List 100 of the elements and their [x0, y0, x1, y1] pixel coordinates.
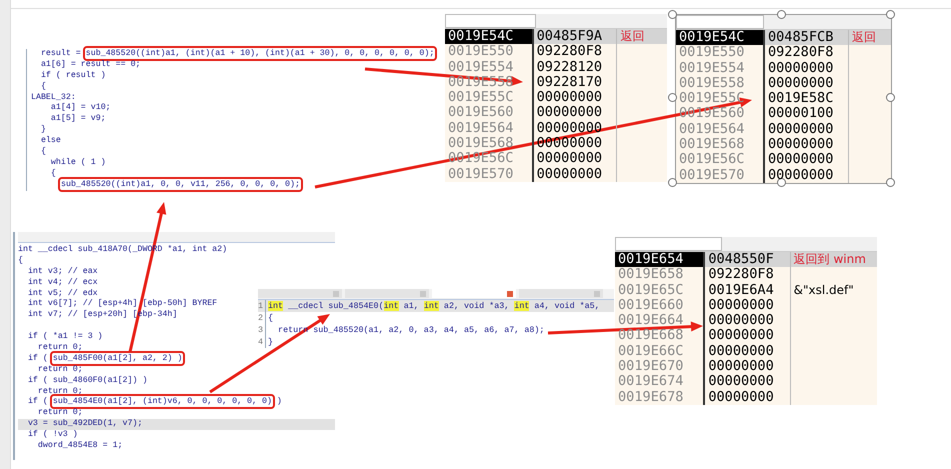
address-cell: 0019E54C	[676, 30, 765, 46]
address-cell: 0019E678	[615, 390, 706, 405]
address-cell: 0019E570	[445, 166, 534, 182]
line-number: 4	[258, 336, 266, 348]
value-cell: 00000000	[705, 298, 791, 314]
code-line: {	[50, 168, 56, 178]
address-cell: 0019E654	[615, 252, 706, 268]
line-number: 2	[258, 312, 266, 324]
code-line: v3 = sub_492DED(1, v7);	[26, 419, 142, 428]
code-line: LABEL_32:	[31, 92, 76, 102]
code-line: if ( result )	[40, 70, 106, 80]
address-cell: 0019E558	[676, 76, 765, 92]
address-cell: 0019E56C	[676, 152, 765, 168]
highlighted-call: sub_485520((int)a1, (int)(a1 + 10), (int)(a1 + 30), 0, 0, 0, 0, 0, 0);	[86, 49, 434, 58]
value-cell: 00000000	[534, 90, 618, 106]
selection-handle[interactable]	[777, 10, 786, 19]
code-line: a1[6] = result == 0;	[40, 60, 141, 69]
comment-cell: &"xsl.def"	[794, 282, 854, 297]
code-line: if ( sub_4860F0(a1[2]) )	[26, 376, 148, 385]
code-line: }	[268, 336, 274, 348]
code-line: else	[40, 136, 61, 146]
address-cell: 0019E55C	[445, 90, 534, 106]
value-cell: 00000000	[705, 313, 791, 328]
address-cell: 0019E674	[615, 374, 706, 390]
selection-handle[interactable]	[668, 178, 677, 187]
code-line: }	[40, 125, 46, 134]
value-cell: 0048550F	[705, 252, 791, 268]
value-cell: 00000000	[764, 152, 849, 168]
address-cell: 0019E568	[676, 137, 765, 152]
scrollbar[interactable]	[615, 237, 722, 251]
address-cell: 0019E554	[445, 60, 534, 75]
comment-cell: 返回	[620, 29, 644, 43]
code-line: {	[40, 82, 46, 91]
selection-handle[interactable]	[668, 10, 677, 19]
value-cell: 00485F9A	[534, 29, 618, 44]
value-cell: 092280F8	[705, 267, 791, 283]
code-line: int v6[7]; // [esp+4h] [ebp-50h] BYREF	[26, 299, 218, 308]
code-line: a1[5] = v9;	[50, 114, 106, 124]
code-line: return 0;	[36, 386, 83, 396]
code-line: while ( 1 )	[50, 158, 106, 167]
value-cell: 00000000	[534, 136, 618, 152]
address-cell: 0019E660	[615, 298, 706, 314]
code-line: if ( !v3 )	[26, 430, 78, 440]
value-cell: 00000100	[764, 106, 849, 122]
code-line: int v4; // ecx	[26, 278, 98, 287]
code-line: {	[18, 256, 23, 265]
code-text: )	[276, 397, 282, 406]
value-cell: 00000000	[764, 137, 849, 152]
code-line: {	[268, 312, 274, 324]
code-line: if (	[26, 354, 49, 363]
highlighted-call: sub_485520((int)a1, 0, 0, v11, 256, 0, 0, 0, 0);	[61, 180, 300, 189]
line-number: 1	[258, 300, 266, 312]
value-cell: 0019E6A4	[705, 282, 791, 298]
value-cell: 00000000	[534, 151, 618, 167]
value-cell: 00000000	[534, 105, 618, 121]
selection-handle[interactable]	[886, 93, 895, 102]
address-cell: 0019E550	[676, 45, 765, 61]
selection-handle[interactable]	[886, 178, 895, 187]
code-line: if (	[26, 397, 49, 406]
value-cell: 09228170	[534, 74, 618, 90]
address-cell: 0019E658	[615, 267, 706, 283]
value-cell: 00000000	[764, 60, 849, 76]
line-number: 3	[258, 324, 266, 336]
tab[interactable]	[432, 289, 516, 298]
value-cell: 00000000	[705, 359, 791, 374]
highlighted-call: sub_4854E0(a1[2], (int)v6, 0, 0, 0, 0, 0, 0)	[52, 397, 272, 406]
value-cell: 00000000	[705, 390, 791, 405]
address-cell: 0019E564	[676, 122, 765, 138]
address-cell: 0019E560	[445, 105, 534, 121]
value-cell: 00000000	[705, 344, 791, 360]
value-cell: 00485FCB	[764, 30, 849, 46]
scrollbar[interactable]	[676, 15, 764, 29]
value-cell: 00000000	[534, 166, 618, 182]
address-cell: 0019E550	[445, 44, 534, 60]
value-cell: 0019E58C	[764, 91, 849, 106]
code-line: return 0;	[36, 364, 83, 374]
comment-cell: 返回	[852, 30, 876, 44]
code-line: int v3; // eax	[26, 266, 98, 276]
value-cell: 00000000	[534, 120, 618, 136]
code-line: return 0;	[36, 343, 83, 352]
address-cell: 0019E66C	[615, 344, 706, 360]
value-cell: 092280F8	[534, 44, 618, 60]
comment-cell: 返回到 winm	[794, 252, 866, 266]
value-cell: 00000000	[764, 76, 849, 92]
selection-handle[interactable]	[777, 178, 786, 187]
value-cell: 00000000	[705, 374, 791, 390]
selection-handle[interactable]	[886, 10, 895, 19]
scrollbar[interactable]	[445, 14, 536, 28]
value-cell: 092280F8	[764, 45, 849, 61]
address-cell: 0019E568	[445, 136, 534, 152]
selection-handle[interactable]	[668, 93, 677, 102]
address-cell: 0019E564	[445, 120, 534, 136]
code-line: return 0;	[36, 408, 83, 418]
value-cell: 09228120	[534, 60, 618, 75]
highlighted-call: sub_485F00(a1[2], a2, 2) )	[52, 354, 182, 363]
code-line: int v5; // edx	[26, 288, 98, 298]
code-line: a1[4] = v10;	[50, 103, 111, 112]
address-cell: 0019E54C	[445, 29, 534, 44]
code-line: if ( *a1 != 3 )	[26, 332, 103, 342]
value-cell: 00000000	[764, 122, 849, 138]
